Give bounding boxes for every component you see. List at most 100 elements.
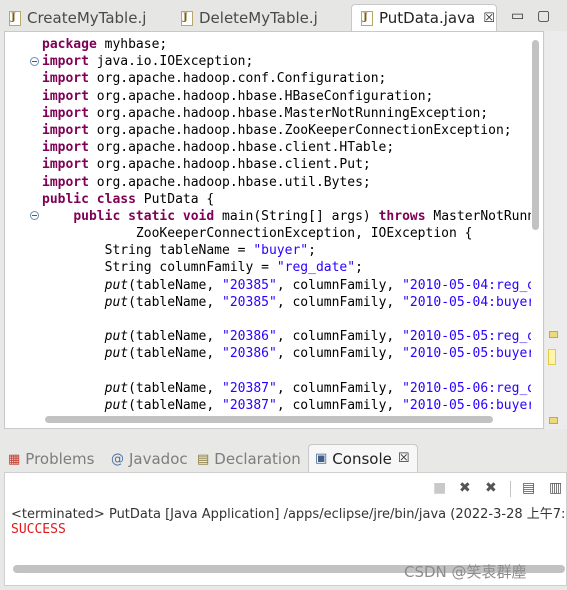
scroll-lock-icon[interactable]: ▥ xyxy=(549,480,562,496)
code-line[interactable]: String columnFamily = "reg_date"; xyxy=(42,259,531,276)
keyword-token: throws xyxy=(378,208,426,224)
code-line[interactable]: import org.apache.hadoop.hbase.client.Pu… xyxy=(42,156,531,173)
keyword-token: import xyxy=(42,122,89,138)
code-line[interactable]: package myhbase; xyxy=(42,36,531,53)
fold-collapse-icon[interactable] xyxy=(30,211,39,220)
keyword-token: import xyxy=(42,174,89,190)
fold-collapse-icon[interactable] xyxy=(30,57,39,66)
code-line[interactable]: put(tableName, "20387", columnFamily, "2… xyxy=(42,380,531,397)
tab-putdata[interactable]: J PutData.java ☒ xyxy=(351,4,497,31)
tab-javadoc[interactable]: @ Javadoc xyxy=(111,448,188,470)
code-line[interactable]: import org.apache.hadoop.hbase.client.HT… xyxy=(42,139,531,156)
code-token: org.apache.hadoop.hbase.util.Bytes; xyxy=(88,174,371,190)
code-line[interactable]: import java.io.IOException; xyxy=(42,53,531,70)
keyword-token: import xyxy=(42,54,89,70)
code-token: , columnFamily, xyxy=(276,397,403,412)
remove-launch-icon[interactable]: ✖ xyxy=(459,480,471,496)
code-line[interactable]: import org.apache.hadoop.hbase.MasterNot… xyxy=(42,105,531,122)
code-line[interactable]: public class PutData { xyxy=(42,191,531,208)
tab-label: Javadoc xyxy=(129,450,188,468)
code-token: org.apache.hadoop.hbase.HBaseConfigurati… xyxy=(88,88,434,104)
declaration-icon: ▤ xyxy=(197,451,210,467)
code-token: ; xyxy=(355,260,363,276)
code-token: String columnFamily = xyxy=(42,260,277,276)
code-token: org.apache.hadoop.hbase.client.Put; xyxy=(88,157,371,173)
maximize-icon[interactable]: ▢ xyxy=(537,8,550,24)
code-token: put xyxy=(104,380,129,396)
code-line[interactable]: put(tableName, "20385", columnFamily, "2… xyxy=(42,294,531,311)
clear-console-icon[interactable]: ▤ xyxy=(522,480,535,496)
string-token: "2010-05-04:reg_date" xyxy=(402,277,531,293)
string-token: "2010-05-05:buyer" xyxy=(402,346,531,362)
tab-deletemytable[interactable]: J DeleteMyTable.j xyxy=(180,5,318,31)
problems-icon: ▦ xyxy=(8,451,21,467)
code-line[interactable]: import org.apache.hadoop.hbase.HBaseConf… xyxy=(42,88,531,105)
code-line[interactable]: public static void main(String[] args) t… xyxy=(42,208,531,225)
code-line[interactable]: put(tableName, "20386", columnFamily, "2… xyxy=(42,345,531,362)
code-token: , columnFamily, xyxy=(276,346,403,362)
editor-gutter xyxy=(5,32,39,412)
views-tab-bar: ▦ Problems @ Javadoc ▤ Declaration xyxy=(0,442,567,472)
tab-declaration[interactable]: ▤ Declaration xyxy=(197,448,301,470)
code-line[interactable]: import org.apache.hadoop.conf.Configurat… xyxy=(42,70,531,87)
scrollbar-thumb[interactable] xyxy=(45,416,493,423)
occurrence-marker[interactable] xyxy=(549,417,558,424)
tab-label: Declaration xyxy=(214,450,301,468)
occurrence-marker[interactable] xyxy=(549,331,558,338)
occurrence-marker[interactable] xyxy=(548,349,556,365)
close-tab-icon[interactable]: ☒ xyxy=(483,11,495,26)
code-token: org.apache.hadoop.hbase.client.HTable; xyxy=(88,140,395,156)
remove-all-launches-icon[interactable]: ✖ xyxy=(485,480,497,496)
code-text[interactable]: package myhbase; import java.io.IOExcepti… xyxy=(42,36,531,412)
tab-label: Console xyxy=(332,449,392,468)
code-token: PutData { xyxy=(135,191,215,207)
scrollbar-thumb[interactable] xyxy=(532,40,539,230)
code-token: MasterNotRunningException, xyxy=(433,208,531,224)
minimize-icon[interactable]: ▭ xyxy=(511,8,524,24)
code-line[interactable]: put(tableName, "20385", columnFamily, "2… xyxy=(42,277,531,294)
string-token: "2010-05-05:reg_date" xyxy=(402,329,531,345)
editor-tab-bar: J CreateMyTable.j J DeleteMyTable.j J Pu… xyxy=(0,0,567,31)
code-editor[interactable]: package myhbase; import java.io.IOExcepti… xyxy=(4,31,544,429)
code-line[interactable]: ZooKeeperConnectionException, IOExceptio… xyxy=(42,225,531,242)
string-token: "20385" xyxy=(222,294,277,310)
code-token: , columnFamily, xyxy=(276,294,403,310)
code-line[interactable]: import org.apache.hadoop.hbase.util.Byte… xyxy=(42,174,531,191)
code-token: main(String[] args) xyxy=(214,208,379,224)
horizontal-scrollbar[interactable] xyxy=(41,415,521,425)
tab-createmytable[interactable]: J CreateMyTable.j xyxy=(8,5,146,31)
keyword-token: import xyxy=(42,157,89,173)
string-token: "20386" xyxy=(222,329,277,345)
code-token: (tableName, xyxy=(128,346,223,362)
code-token: java.io.IOException; xyxy=(88,54,254,70)
vertical-scrollbar[interactable] xyxy=(531,34,540,404)
code-token: put xyxy=(104,277,129,293)
console-output: SUCCESS xyxy=(11,522,66,537)
code-token: org.apache.hadoop.hbase.ZooKeeperConnect… xyxy=(88,122,512,138)
code-line[interactable]: String tableName = "buyer"; xyxy=(42,242,531,259)
code-line[interactable]: put(tableName, "20386", columnFamily, "2… xyxy=(42,328,531,345)
close-tab-icon[interactable]: ☒ xyxy=(398,451,410,466)
code-token: , columnFamily, xyxy=(276,329,403,345)
terminate-icon[interactable]: ■ xyxy=(433,480,446,496)
code-line[interactable]: import org.apache.hadoop.hbase.ZooKeeper… xyxy=(42,122,531,139)
keyword-token: public xyxy=(42,191,89,207)
code-token: (tableName, xyxy=(128,329,223,345)
keyword-token: class xyxy=(96,191,136,207)
keyword-token: package xyxy=(42,37,97,52)
code-line[interactable] xyxy=(42,363,531,380)
keyword-token: void xyxy=(182,208,215,224)
code-line[interactable] xyxy=(42,311,531,328)
java-file-icon: J xyxy=(180,10,193,26)
tab-problems[interactable]: ▦ Problems xyxy=(8,448,94,470)
tab-console[interactable]: ▣ Console ☒ xyxy=(308,444,418,472)
code-token: , columnFamily, xyxy=(276,380,403,396)
overview-ruler[interactable] xyxy=(545,31,567,429)
code-token: (tableName, xyxy=(128,380,223,396)
code-line[interactable]: put(tableName, "20387", columnFamily, "2… xyxy=(42,397,531,412)
